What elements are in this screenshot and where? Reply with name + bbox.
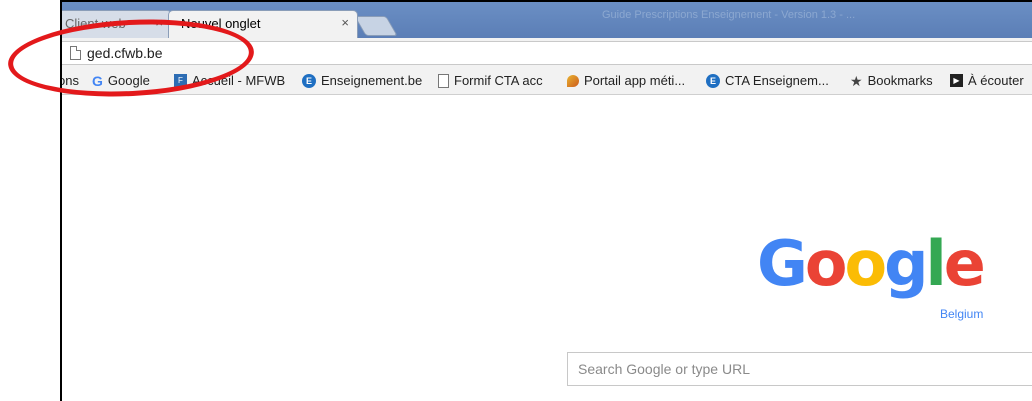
bookmark-folder-bookmarks[interactable]: ★ Bookmarks xyxy=(850,73,933,88)
search-input[interactable] xyxy=(568,353,1032,385)
google-logo-letter: g xyxy=(884,227,928,300)
page-icon xyxy=(438,73,449,88)
google-logo: Google xyxy=(757,227,986,300)
google-logo-letter: e xyxy=(943,227,986,300)
bookmark-portail[interactable]: Portail app méti... xyxy=(567,73,685,88)
window-title: Guide Prescriptions Enseignement - Versi… xyxy=(602,9,856,21)
star-icon: ★ xyxy=(850,72,863,89)
google-logo-letter: o xyxy=(844,227,888,300)
close-icon[interactable]: × xyxy=(341,15,349,30)
bookmark-formif-cta[interactable]: Formif CTA acc xyxy=(438,73,543,88)
google-logo-letter: o xyxy=(804,227,848,300)
enseignement-icon: E xyxy=(302,73,316,88)
bookmark-a-ecouter[interactable]: ▶ À écouter xyxy=(950,73,1024,88)
portal-icon xyxy=(567,74,579,87)
new-tab-button[interactable] xyxy=(354,16,398,36)
bookmark-cta-enseignement[interactable]: E CTA Enseignem... xyxy=(706,73,829,88)
google-logo-letter: G xyxy=(757,227,808,300)
google-logo-letter: l xyxy=(925,227,947,300)
enseignement-icon: E xyxy=(706,73,720,88)
search-box[interactable] xyxy=(567,352,1032,386)
google-region-label: Belgium xyxy=(940,307,984,321)
bookmark-enseignement[interactable]: E Enseignement.be xyxy=(302,73,422,88)
audio-icon: ▶ xyxy=(950,74,963,87)
new-tab-page: Google Belgium xyxy=(62,95,1032,401)
